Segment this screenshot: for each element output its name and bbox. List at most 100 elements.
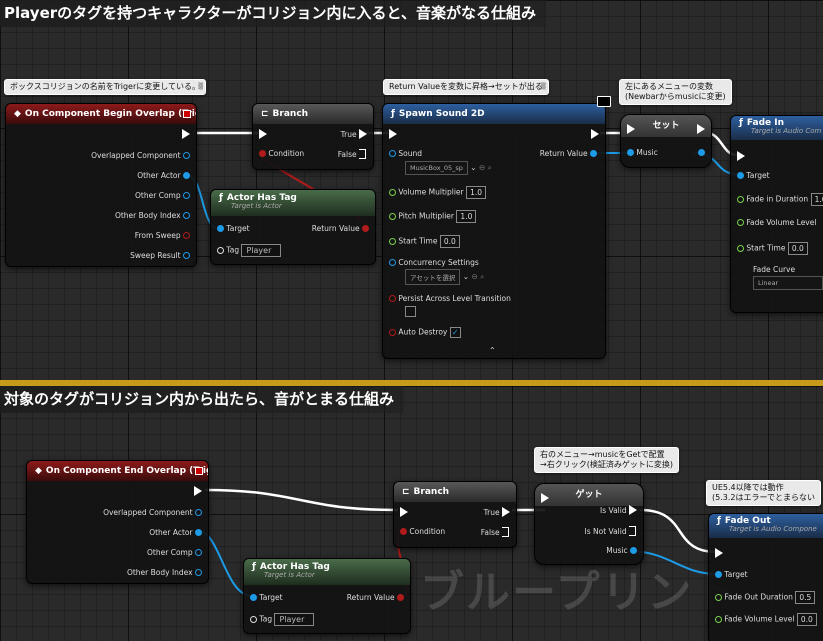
pin-target[interactable]: Target <box>715 570 748 579</box>
pin-fade-volume-level[interactable]: Fade Volume Level 0.0 <box>715 613 817 626</box>
exec-in-pin[interactable] <box>627 124 635 134</box>
pin-pitch-multiplier[interactable]: Pitch Multiplier 1.0 <box>389 210 477 223</box>
pin-tag[interactable]: Tag Player <box>250 613 315 626</box>
pin-other-actor[interactable]: Other Actor <box>149 528 202 537</box>
node-end-overlap[interactable]: ◆ On Component End Overlap (Triger) Overl… <box>26 460 209 584</box>
pin-other-body-index[interactable]: Other Body Index <box>127 568 202 577</box>
exec-in-pin[interactable] <box>737 151 745 161</box>
search-icon[interactable]: ⌕ <box>488 163 492 172</box>
node-actor-has-tag[interactable]: ƒ Actor Has Tag Target is Actor Target Ret… <box>243 558 411 634</box>
function-icon: ƒ <box>717 516 721 526</box>
persist-checkbox-row[interactable] <box>405 306 416 317</box>
comment-return-value[interactable]: Return Valueを変数に昇格→セットが出る ▒ <box>383 79 549 95</box>
tag-input[interactable]: Player <box>241 244 282 257</box>
pin-fade-out-duration[interactable]: Fade Out Duration 0.5 <box>715 591 816 604</box>
pin-sweep-result[interactable]: Sweep Result <box>130 251 190 260</box>
fade-volume-input[interactable]: 0.0 <box>796 613 817 626</box>
exec-out-pin[interactable] <box>182 129 190 139</box>
delegate-pin-icon[interactable] <box>183 110 191 118</box>
pin-condition[interactable]: Condition <box>400 527 445 536</box>
pin-false[interactable]: False <box>338 149 367 159</box>
pin-other-comp[interactable]: Other Comp <box>135 191 190 200</box>
concurrency-asset-picker[interactable]: アセットを選択 ⌄ ⊖ ⌕ <box>405 269 484 285</box>
pitch-input[interactable]: 1.0 <box>456 210 477 223</box>
node-set-music[interactable]: セット Music <box>620 114 712 168</box>
node-branch[interactable]: ⊏ Branch True Condition False <box>252 103 374 170</box>
delegate-pin-icon[interactable] <box>195 467 203 475</box>
node-branch[interactable]: ⊏ Branch True Condition False <box>393 481 517 548</box>
exec-in-pin[interactable] <box>389 129 397 139</box>
pin-label: Condition <box>268 149 305 158</box>
fade-in-duration-input[interactable]: 1.0 <box>810 193 823 206</box>
pin-music-out[interactable] <box>698 148 705 157</box>
node-spawn-sound-2d[interactable]: ƒ Spawn Sound 2D Sound MusicBox_05_sp ⌄ ⊖… <box>382 103 606 359</box>
exec-out-pin[interactable] <box>591 129 599 139</box>
pin-concurrency-settings[interactable]: Concurrency Settings <box>389 258 479 267</box>
node-fade-in[interactable]: ƒ Fade In Target is Audio Com Target Fade … <box>730 115 823 313</box>
pin-fade-in-duration[interactable]: Fade in Duration 1.0 <box>737 193 823 206</box>
concurrency-dropdown[interactable]: アセットを選択 <box>405 269 461 285</box>
pin-is-not-valid[interactable]: Is Not Valid <box>585 526 638 536</box>
start-time-input[interactable]: 0.0 <box>787 242 808 255</box>
pin-condition[interactable]: Condition <box>259 149 304 158</box>
collapse-chevron-icon[interactable]: ⌃ <box>489 346 496 355</box>
fade-curve-dropdown[interactable]: Linear <box>753 276 823 290</box>
exec-out-pin[interactable] <box>697 124 705 134</box>
pin-label: Persist Across Level Transition <box>398 294 511 303</box>
fade-curve-select[interactable]: Linear <box>753 276 823 290</box>
pin-return-value[interactable]: Return Value <box>540 149 597 158</box>
pin-from-sweep[interactable]: From Sweep <box>135 231 190 240</box>
pin-start-time[interactable]: Start Time 0.0 <box>389 235 460 248</box>
pin-sound[interactable]: Sound <box>389 149 422 158</box>
exec-in-pin[interactable] <box>259 129 267 139</box>
pin-target[interactable]: Target <box>250 593 283 602</box>
comment-ue-version[interactable]: UE5.4以降では動作 (5.3.2はエラーでとまらない <box>706 480 821 506</box>
exec-out-pin[interactable] <box>194 486 202 496</box>
sound-dropdown[interactable]: MusicBox_05_sp <box>405 161 468 175</box>
search-icon[interactable]: ⌕ <box>480 272 484 281</box>
blueprint-graph-bottom[interactable]: 対象のタグがコリジョン内から出たら、音がとまる仕組み ブループリント 右のメニュ… <box>0 386 823 641</box>
pin-overlapped-component[interactable]: Overlapped Component <box>91 151 190 160</box>
pin-overlapped-component[interactable]: Overlapped Component <box>103 508 202 517</box>
exec-in-pin[interactable] <box>715 548 723 558</box>
pin-return-value[interactable]: Return Value <box>347 593 404 602</box>
pin-other-comp[interactable]: Other Comp <box>147 548 202 557</box>
reset-icon[interactable]: ⊖ <box>479 163 485 172</box>
node-begin-overlap[interactable]: ◆ On Component Begin Overlap (Triger) Ove… <box>5 103 197 267</box>
pin-music[interactable]: Music <box>606 546 637 555</box>
pin-fade-volume-level[interactable]: Fade Volume Level <box>737 218 816 227</box>
blueprint-graph-top[interactable]: Playerのタグを持つキャラクターがコリジョン内に入ると、音楽がなる仕組み ボ… <box>0 0 823 380</box>
sound-asset-picker[interactable]: MusicBox_05_sp ⌄ ⊖ ⌕ <box>405 161 492 175</box>
pin-persist[interactable]: Persist Across Level Transition <box>389 294 511 303</box>
pin-start-time[interactable]: Start Time 0.0 <box>737 242 808 255</box>
exec-in-pin[interactable] <box>541 493 549 503</box>
pin-return-value[interactable]: Return Value <box>312 224 369 233</box>
comment-box-collision[interactable]: ボックスコリジョンの名前をTrigerに変更している。 ▒ <box>4 79 207 95</box>
node-get-music[interactable]: ゲット Is Valid Is Not Valid Music <box>534 483 644 565</box>
pin-is-valid[interactable]: Is Valid <box>600 505 637 515</box>
auto-destroy-checkbox[interactable]: ✓ <box>449 327 461 338</box>
fade-out-duration-input[interactable]: 0.5 <box>795 591 816 604</box>
pin-false[interactable]: False <box>481 527 510 537</box>
volume-input[interactable]: 1.0 <box>466 186 487 199</box>
tag-input[interactable]: Player <box>274 613 315 626</box>
reset-icon[interactable]: ⊖ <box>471 272 477 281</box>
pin-fade-curve[interactable]: Fade Curve <box>753 265 795 274</box>
pin-true[interactable]: True <box>484 507 510 517</box>
pin-target[interactable]: Target <box>737 171 770 180</box>
node-fade-out[interactable]: ƒ Fade Out Target is Audio Compone Target … <box>708 513 823 641</box>
pin-tag[interactable]: Tag Player <box>217 244 282 257</box>
pin-other-body-index[interactable]: Other Body Index <box>115 211 190 220</box>
persist-checkbox[interactable] <box>405 306 416 317</box>
node-actor-has-tag[interactable]: ƒ Actor Has Tag Target is Actor Target Ret… <box>210 189 376 265</box>
pin-volume-multiplier[interactable]: Volume Multiplier 1.0 <box>389 186 487 199</box>
exec-in-pin[interactable] <box>400 507 408 517</box>
pin-target[interactable]: Target <box>217 224 250 233</box>
pin-auto-destroy[interactable]: Auto Destroy ✓ <box>389 327 461 338</box>
pin-true[interactable]: True <box>341 129 367 139</box>
comment-menu-var[interactable]: 左にあるメニューの変数 (Newbarからmusicに変更) <box>619 79 732 105</box>
start-time-input[interactable]: 0.0 <box>439 235 460 248</box>
comment-get-music[interactable]: 右のメニュー→musicをGetで配置 →右クリック(検証済みゲットに変換) <box>534 447 679 473</box>
pin-music-in[interactable]: Music <box>627 148 658 157</box>
pin-other-actor[interactable]: Other Actor <box>137 171 190 180</box>
